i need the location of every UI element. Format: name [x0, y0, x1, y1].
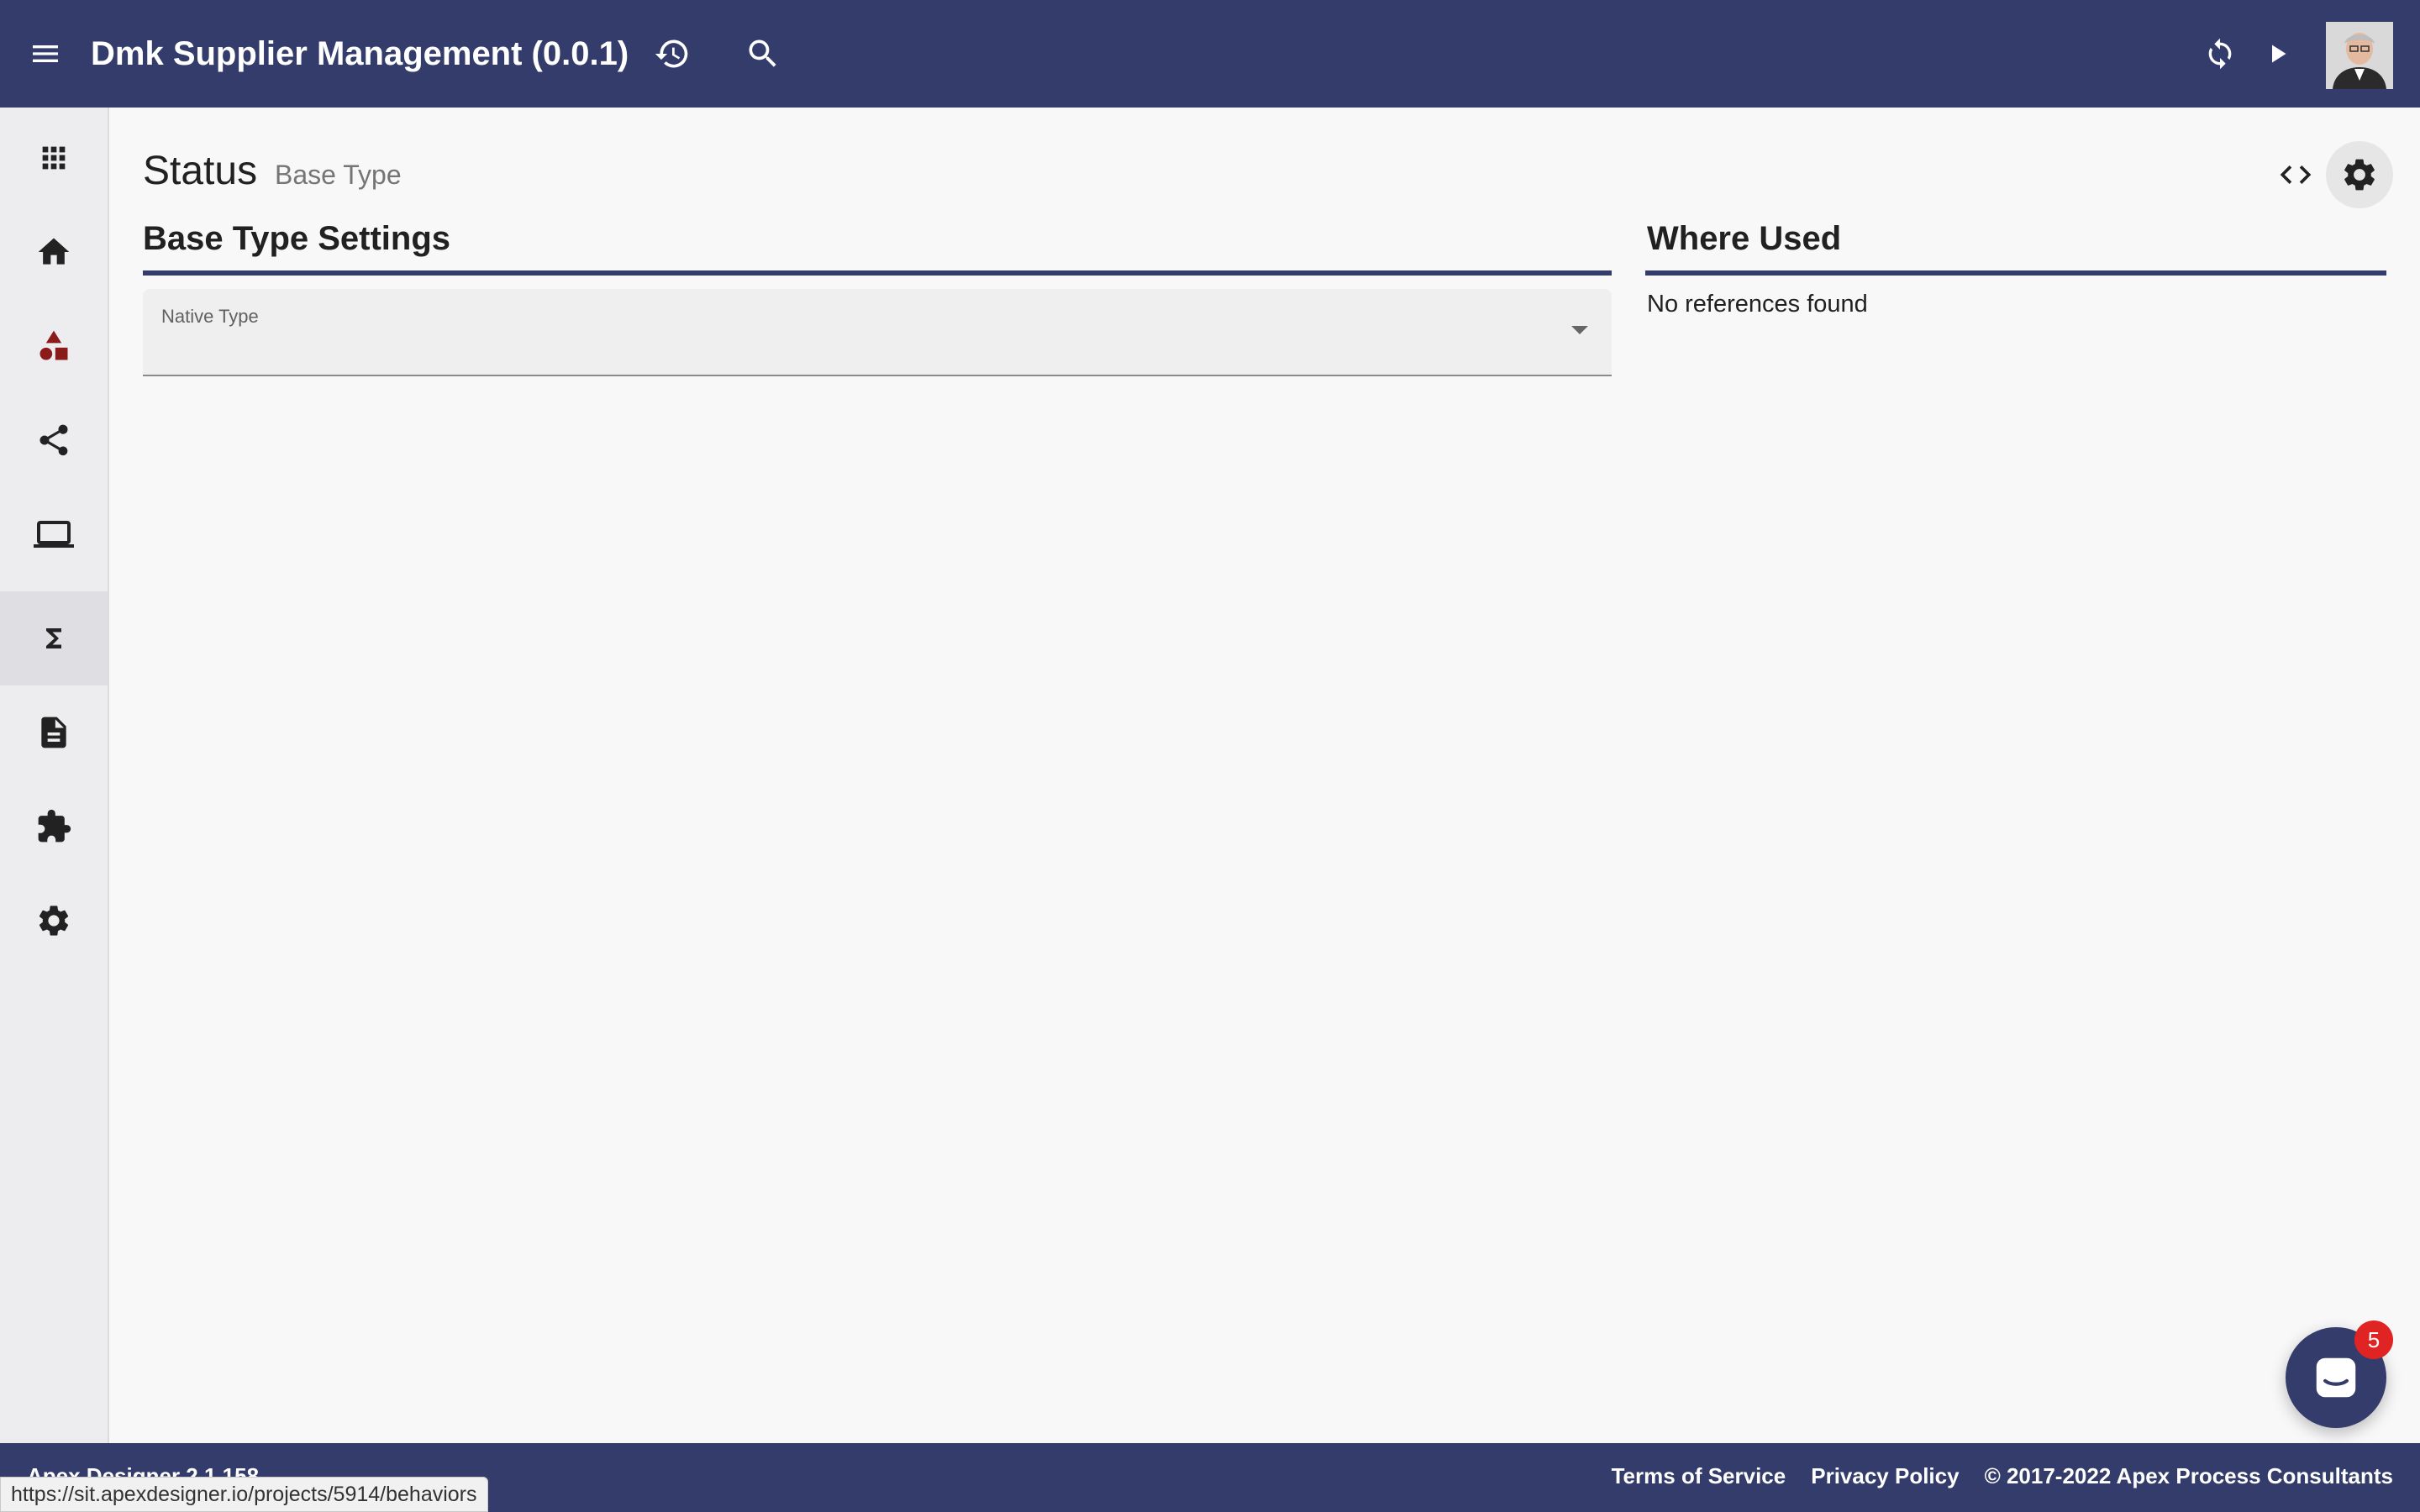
page-settings-button[interactable] — [2326, 141, 2393, 208]
left-nav — [0, 108, 109, 1443]
user-avatar[interactable] — [2326, 22, 2393, 89]
document-icon — [41, 717, 66, 748]
sidebar-item-share[interactable] — [0, 393, 108, 487]
settings-icon — [39, 906, 69, 936]
sidebar-item-home[interactable] — [0, 205, 108, 299]
sidebar-item-ui[interactable] — [0, 487, 108, 581]
home-icon — [38, 238, 70, 265]
browser-status-url: https://sit.apexdesigner.io/projects/591… — [0, 1477, 488, 1512]
sidebar-item-apps[interactable] — [0, 111, 108, 205]
code-view-button[interactable] — [2275, 155, 2316, 195]
app-root: Dmk Supplier Management (0.0.1) Status B… — [0, 0, 2420, 1512]
sidebar-item-files[interactable] — [0, 685, 108, 780]
privacy-policy-link[interactable]: Privacy Policy — [1811, 1463, 1959, 1489]
gear-icon — [2344, 159, 2375, 191]
native-type-select[interactable]: Native Type — [143, 289, 1612, 376]
page-title: Status — [143, 149, 258, 193]
settings-section-divider — [143, 270, 1612, 276]
code-icon — [2280, 165, 2312, 184]
app-title[interactable]: Dmk Supplier Management (0.0.1) — [91, 0, 629, 108]
chat-icon — [2316, 1357, 2356, 1398]
sidebar-item-behaviors[interactable] — [0, 591, 108, 685]
copyright-text: © 2017-2022 Apex Process Consultants — [1984, 1463, 2393, 1488]
menu-icon[interactable] — [25, 34, 66, 74]
history-icon[interactable] — [652, 34, 692, 74]
settings-section-title: Base Type Settings — [143, 220, 451, 257]
sidebar-item-libraries[interactable] — [0, 780, 108, 874]
dropdown-arrow-icon — [1571, 326, 1588, 334]
where-used-divider — [1645, 270, 2386, 276]
terms-of-service-link[interactable]: Terms of Service — [1612, 1463, 1786, 1489]
sidebar-item-settings[interactable] — [0, 874, 108, 968]
puzzle-icon — [38, 809, 71, 843]
page-subtitle: Base Type — [275, 160, 402, 190]
search-icon[interactable] — [743, 34, 783, 74]
where-used-empty-text: No references found — [1647, 291, 1868, 318]
sigma-icon — [46, 628, 61, 648]
share-icon — [39, 424, 68, 456]
sync-icon[interactable] — [2202, 35, 2238, 72]
top-app-bar: Dmk Supplier Management (0.0.1) — [0, 0, 2420, 108]
chat-unread-badge: 5 — [2354, 1320, 2393, 1359]
play-icon[interactable] — [2259, 35, 2296, 72]
where-used-title: Where Used — [1647, 220, 1842, 257]
native-type-label: Native Type — [161, 306, 259, 327]
shapes-icon — [39, 330, 68, 360]
sidebar-item-shapes[interactable] — [0, 299, 108, 393]
footer-links: Terms of Service Privacy Policy © 2017-2… — [1612, 1463, 2393, 1489]
laptop-icon — [34, 521, 74, 548]
apps-icon — [42, 146, 66, 170]
